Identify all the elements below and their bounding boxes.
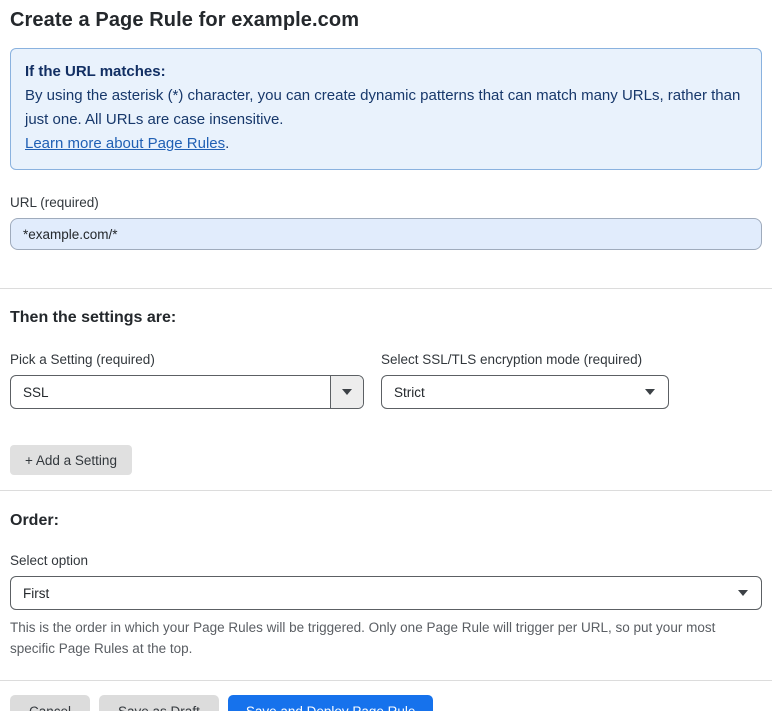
order-section-heading: Order: [10,512,59,529]
add-setting-button[interactable]: + Add a Setting [10,445,132,475]
save-as-draft-button[interactable]: Save as Draft [99,695,219,711]
ssl-mode-column: Select SSL/TLS encryption mode (required… [381,352,669,409]
chevron-down-icon [738,590,748,596]
pick-setting-dropdown-button[interactable] [330,376,363,408]
order-arrow-wrap [738,590,761,596]
settings-row: Pick a Setting (required) SSL Select SSL… [10,352,762,409]
save-and-deploy-button[interactable]: Save and Deploy Page Rule [227,695,434,711]
url-field-label: URL (required) [10,195,99,210]
page-title: Create a Page Rule for example.com [10,9,360,31]
pick-setting-column: Pick a Setting (required) SSL [10,352,364,409]
url-input[interactable] [10,218,762,250]
info-box-body: By using the asterisk (*) character, you… [25,87,741,128]
info-box-heading: If the URL matches: [25,63,166,80]
divider [0,680,772,681]
url-match-info-box: If the URL matches: By using the asteris… [10,48,762,170]
order-select[interactable]: First [10,576,762,610]
order-select-value: First [23,585,50,601]
ssl-mode-value: Strict [394,384,425,400]
chevron-down-icon [645,389,655,395]
divider [0,490,772,491]
ssl-mode-label: Select SSL/TLS encryption mode (required… [381,352,643,367]
page-rule-form: Create a Page Rule for example.com If th… [0,9,772,711]
order-select-label: Select option [10,553,89,568]
learn-more-link[interactable]: Learn more about Page Rules [25,135,225,152]
settings-section-heading: Then the settings are: [10,309,177,326]
pick-setting-label: Pick a Setting (required) [10,352,155,367]
ssl-mode-select[interactable]: Strict [381,375,669,409]
pick-setting-select[interactable]: SSL [10,375,364,409]
order-help-text: This is the order in which your Page Rul… [10,620,716,656]
form-actions: Cancel Save as Draft Save and Deploy Pag… [10,695,762,711]
info-box-link-line: Learn more about Page Rules. [25,132,747,156]
divider [0,288,772,289]
pick-setting-value: SSL [23,384,49,400]
chevron-down-icon [342,389,352,395]
link-suffix: . [225,135,230,152]
cancel-button[interactable]: Cancel [10,695,91,711]
ssl-mode-arrow-wrap [645,389,668,395]
